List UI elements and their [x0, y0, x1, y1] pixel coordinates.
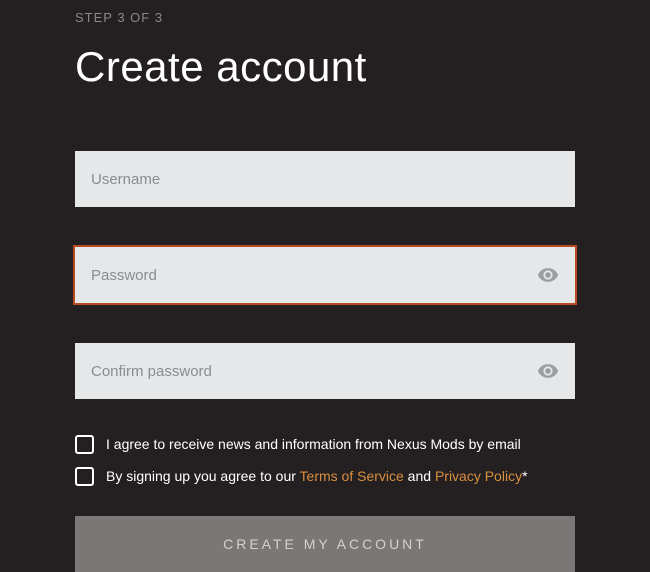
confirm-password-field-wrap	[75, 343, 575, 399]
privacy-policy-link[interactable]: Privacy Policy	[435, 468, 522, 484]
news-checkbox[interactable]	[75, 435, 94, 454]
terms-text-and: and	[404, 468, 435, 484]
news-consent-label: I agree to receive news and information …	[106, 435, 521, 455]
terms-checkbox[interactable]	[75, 467, 94, 486]
required-asterisk: *	[522, 468, 527, 484]
eye-icon[interactable]	[537, 360, 559, 382]
terms-of-service-link[interactable]: Terms of Service	[300, 468, 404, 484]
step-indicator: STEP 3 OF 3	[75, 10, 575, 25]
news-consent-row: I agree to receive news and information …	[75, 435, 575, 455]
consent-group: I agree to receive news and information …	[75, 435, 575, 486]
username-field-wrap	[75, 151, 575, 207]
password-field[interactable]	[75, 247, 575, 303]
terms-text-prefix: By signing up you agree to our	[106, 468, 300, 484]
confirm-password-field[interactable]	[75, 343, 575, 399]
password-field-wrap	[75, 247, 575, 303]
create-account-button[interactable]: CREATE MY ACCOUNT	[75, 516, 575, 572]
terms-consent-label: By signing up you agree to our Terms of …	[106, 467, 528, 487]
terms-consent-row: By signing up you agree to our Terms of …	[75, 467, 575, 487]
eye-icon[interactable]	[537, 264, 559, 286]
signup-form-container: STEP 3 OF 3 Create account I agree to re…	[0, 0, 650, 572]
username-field[interactable]	[75, 151, 575, 207]
page-title: Create account	[75, 43, 575, 91]
